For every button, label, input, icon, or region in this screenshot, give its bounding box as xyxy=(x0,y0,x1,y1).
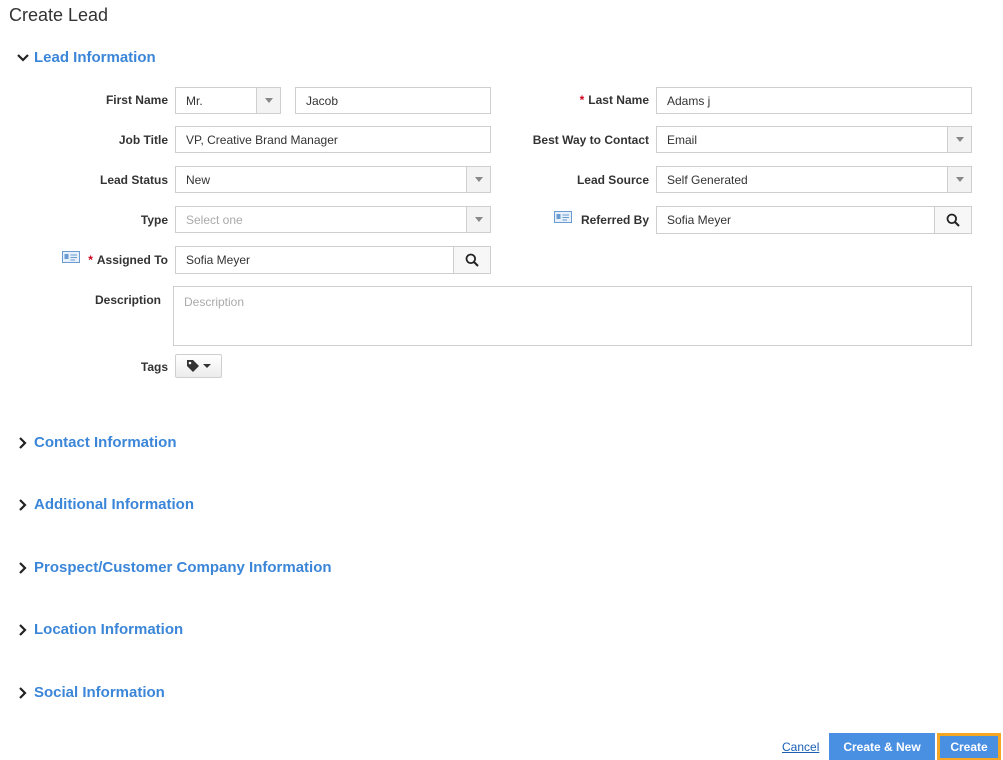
last-name-input[interactable] xyxy=(656,87,972,114)
tag-icon xyxy=(186,360,211,372)
first-name-label: First Name xyxy=(105,93,168,107)
caret-down-icon xyxy=(474,177,483,182)
type-select[interactable]: Select one xyxy=(175,206,491,233)
assigned-to-input[interactable] xyxy=(175,246,453,274)
search-icon xyxy=(465,253,479,267)
cancel-link[interactable]: Cancel xyxy=(782,740,819,754)
search-icon xyxy=(946,213,960,227)
caret-down-icon xyxy=(264,98,273,103)
assigned-to-lookup xyxy=(175,246,491,274)
tags-dropdown-button[interactable] xyxy=(175,354,222,378)
best-way-value: Email xyxy=(667,133,698,147)
lead-status-value: New xyxy=(186,173,211,187)
assigned-to-search-button[interactable] xyxy=(453,246,491,274)
dropdown-arrow xyxy=(947,167,971,192)
lead-status-label: Lead Status xyxy=(99,173,168,187)
section-title: Prospect/Customer Company Information xyxy=(34,559,332,576)
section-lead-information[interactable]: Lead Information xyxy=(16,49,156,66)
page-title: Create Lead xyxy=(9,5,109,25)
last-name-label-text: Last Name xyxy=(588,93,649,107)
caret-down-icon xyxy=(474,217,483,222)
chevron-right-icon xyxy=(19,686,27,699)
required-mark: * xyxy=(88,253,93,267)
tags-label: Tags xyxy=(140,360,168,374)
first-name-input[interactable] xyxy=(295,87,491,114)
best-way-label: Best Way to Contact xyxy=(532,133,649,147)
salutation-select[interactable]: Mr. xyxy=(175,87,281,114)
chevron-down-icon xyxy=(17,53,29,62)
lead-source-select[interactable]: Self Generated xyxy=(656,166,972,193)
referred-by-search-button[interactable] xyxy=(934,206,972,234)
caret-down-icon xyxy=(955,177,964,182)
chevron-right-icon xyxy=(19,623,27,636)
section-title: Location Information xyxy=(34,621,184,638)
job-title-input[interactable] xyxy=(175,126,491,153)
dropdown-arrow xyxy=(466,207,490,232)
referred-by-label: Referred By xyxy=(580,213,649,227)
create-button[interactable]: Create xyxy=(937,733,1001,760)
dropdown-arrow xyxy=(466,167,490,192)
contact-card-icon xyxy=(554,211,572,223)
section-contact-information[interactable]: Contact Information xyxy=(16,434,177,451)
salutation-value: Mr. xyxy=(186,94,203,108)
dropdown-arrow xyxy=(256,88,280,113)
chevron-right-icon xyxy=(19,436,27,449)
last-name-label: * Last Name xyxy=(580,93,649,107)
section-location-information[interactable]: Location Information xyxy=(16,621,183,638)
assigned-to-label-text: Assigned To xyxy=(96,253,168,267)
description-label: Description xyxy=(94,293,161,307)
lead-source-label: Lead Source xyxy=(576,173,649,187)
referred-by-lookup xyxy=(656,206,972,234)
best-way-select[interactable]: Email xyxy=(656,126,972,153)
caret-down-icon xyxy=(955,137,964,142)
dropdown-arrow xyxy=(947,127,971,152)
type-placeholder: Select one xyxy=(186,213,243,227)
chevron-right-icon xyxy=(19,498,27,511)
description-textarea[interactable] xyxy=(173,286,972,346)
section-additional-information[interactable]: Additional Information xyxy=(16,496,194,513)
create-and-new-button[interactable]: Create & New xyxy=(829,733,935,760)
lead-source-value: Self Generated xyxy=(667,173,748,187)
section-company-information[interactable]: Prospect/Customer Company Information xyxy=(16,559,332,576)
assigned-to-label: * Assigned To xyxy=(88,253,168,267)
section-title: Contact Information xyxy=(34,434,177,451)
lead-status-select[interactable]: New xyxy=(175,166,491,193)
section-title: Social Information xyxy=(34,684,165,701)
type-label: Type xyxy=(140,213,168,227)
referred-by-input[interactable] xyxy=(656,206,934,234)
section-social-information[interactable]: Social Information xyxy=(16,684,165,701)
contact-card-icon xyxy=(62,251,80,263)
section-title: Lead Information xyxy=(34,49,156,66)
required-mark: * xyxy=(579,93,585,107)
section-title: Additional Information xyxy=(34,496,194,513)
job-title-label: Job Title xyxy=(118,133,168,147)
chevron-right-icon xyxy=(19,561,27,574)
